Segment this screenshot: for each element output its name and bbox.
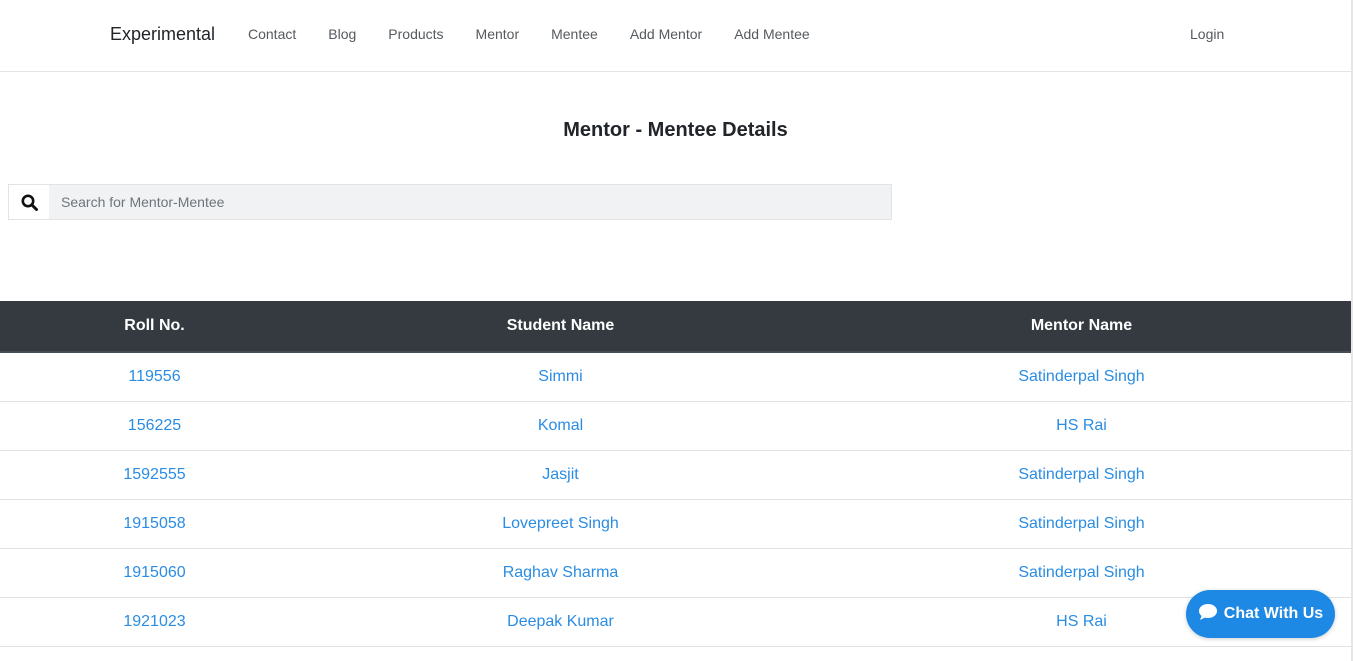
student-name-cell[interactable]: Simmi	[309, 352, 812, 402]
roll-no-cell[interactable]: 1915060	[0, 548, 309, 598]
brand-link[interactable]: Experimental	[110, 24, 215, 45]
column-header-student-name: Student Name	[309, 301, 812, 353]
nav-link-products[interactable]: Products	[372, 26, 459, 42]
page-title: Mentor - Mentee Details	[563, 119, 788, 141]
search-icon	[9, 185, 49, 219]
table-row: 1915058 Lovepreet Singh Satinderpal Sing…	[0, 499, 1351, 549]
student-name-cell[interactable]: Jasjit	[309, 450, 812, 500]
roll-no-cell[interactable]: 119556	[0, 352, 309, 402]
column-header-roll-no: Roll No.	[0, 301, 309, 353]
table-row: 156225 Komal HS Rai	[0, 401, 1351, 451]
student-name-cell[interactable]: Lovepreet Singh	[309, 499, 812, 549]
roll-no-cell[interactable]: 1921023	[0, 597, 309, 647]
table-row: 1921023 Deepak Kumar HS Rai	[0, 597, 1351, 647]
navbar: Experimental Contact Blog Products Mento…	[0, 0, 1351, 72]
roll-no-cell[interactable]: 156225	[0, 401, 309, 451]
table-row: 1592555 Jasjit Satinderpal Singh	[0, 450, 1351, 500]
nav-link-add-mentor[interactable]: Add Mentor	[614, 26, 718, 42]
mentor-name-cell[interactable]: HS Rai	[812, 401, 1351, 451]
student-name-cell[interactable]: Raghav Sharma	[309, 548, 812, 598]
roll-no-cell[interactable]: 1592555	[0, 450, 309, 500]
table-row: 119556 Simmi Satinderpal Singh	[0, 352, 1351, 402]
table-header-row: Roll No. Student Name Mentor Name	[0, 301, 1351, 353]
chat-with-us-button[interactable]: Chat With Us	[1186, 590, 1335, 638]
search-input[interactable]	[49, 185, 891, 219]
roll-no-cell[interactable]: 1915058	[0, 499, 309, 549]
login-link[interactable]: Login	[1190, 26, 1224, 42]
page: Experimental Contact Blog Products Mento…	[0, 0, 1353, 661]
search-group	[8, 184, 892, 220]
mentor-name-cell[interactable]: Satinderpal Singh	[812, 450, 1351, 500]
nav-link-mentee[interactable]: Mentee	[535, 26, 614, 42]
nav-link-add-mentee[interactable]: Add Mentee	[718, 26, 826, 42]
nav-links: Contact Blog Products Mentor Mentee Add …	[232, 26, 826, 42]
nav-link-mentor[interactable]: Mentor	[460, 26, 536, 42]
mentor-name-cell[interactable]: Satinderpal Singh	[812, 499, 1351, 549]
nav-link-blog[interactable]: Blog	[312, 26, 372, 42]
mentor-mentee-table: Roll No. Student Name Mentor Name 119556…	[0, 301, 1351, 647]
nav-link-contact[interactable]: Contact	[232, 26, 312, 42]
mentor-name-cell[interactable]: Satinderpal Singh	[812, 352, 1351, 402]
student-name-cell[interactable]: Komal	[309, 401, 812, 451]
chat-button-label: Chat With Us	[1223, 605, 1324, 622]
table-row: 1915060 Raghav Sharma Satinderpal Singh	[0, 548, 1351, 598]
column-header-mentor-name: Mentor Name	[812, 301, 1351, 353]
student-name-cell[interactable]: Deepak Kumar	[309, 597, 812, 647]
chat-bubble-icon	[1198, 603, 1218, 626]
